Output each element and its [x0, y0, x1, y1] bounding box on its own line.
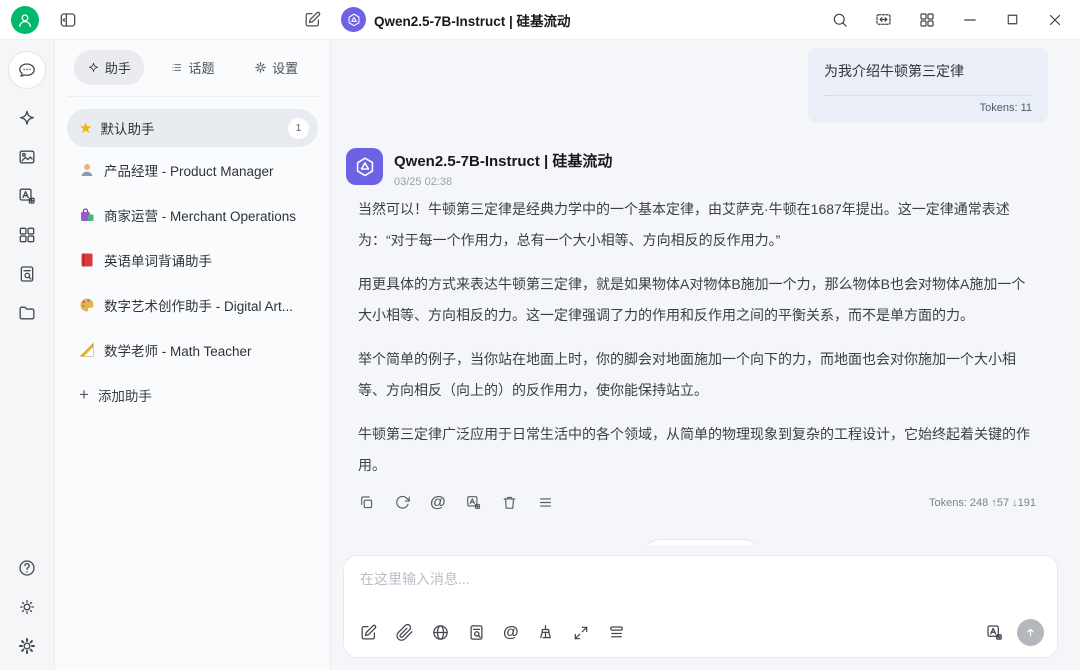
assistant-item-merchant-operations[interactable]: 商家运营 - Merchant Operations	[67, 192, 318, 237]
clear-context-icon[interactable]	[607, 623, 626, 642]
panel-tabs: 助手 话题 设置	[67, 50, 318, 97]
tab-assistants-label: 助手	[105, 58, 131, 77]
user-avatar[interactable]	[11, 6, 39, 34]
message-actions: @ Tokens: 248 ↑57 ↓191	[358, 494, 1036, 511]
clear-messages-icon[interactable]	[536, 623, 555, 642]
more-menu-icon[interactable]	[537, 494, 554, 511]
input-toolbar: @	[344, 619, 1057, 657]
palette-emoji-icon	[79, 297, 95, 313]
rail-chat-icon[interactable]	[8, 51, 46, 89]
maximize-button[interactable]	[1004, 11, 1021, 28]
message-paragraph: 用更具体的方式来表达牛顿第三定律，就是如果物体A对物体B施加一个力，那么物体B也…	[358, 269, 1036, 331]
chat-area: 为我介绍牛顿第三定律 Tokens: 11 Qwen2.5-7B-Instruc…	[331, 40, 1080, 670]
tab-settings[interactable]: 设置	[241, 50, 311, 85]
web-search-icon[interactable]	[431, 623, 450, 642]
assistant-avatar[interactable]	[346, 148, 383, 185]
expand-input-icon[interactable]	[572, 624, 590, 642]
assistant-item-math-teacher[interactable]: 数学老师 - Math Teacher	[67, 327, 318, 372]
user-message-text: 为我介绍牛顿第三定律	[824, 61, 1032, 81]
rail-sparkle-icon[interactable]	[17, 108, 37, 128]
assistant-item-product-manager[interactable]: 产品经理 - Product Manager	[67, 147, 318, 192]
assistant-label: 商家运营 - Merchant Operations	[104, 205, 296, 225]
message-timestamp: 03/25 02:38	[394, 176, 612, 188]
user-message-tokens: Tokens: 11	[824, 95, 1032, 114]
plus-icon: +	[79, 386, 89, 403]
mention-model-icon[interactable]: @	[503, 625, 519, 641]
assistant-name: Qwen2.5-7B-Instruct | 硅基流动	[394, 148, 612, 171]
message-paragraph: 牛顿第三定律广泛应用于日常生活中的各个领域，从简单的物理现象到复杂的工程设计，它…	[358, 419, 1036, 481]
assistant-label: 默认助手	[100, 118, 154, 138]
topic-count-badge: 1	[288, 118, 309, 139]
assistant-label: 英语单词背诵助手	[104, 250, 212, 270]
new-topic-icon[interactable]	[359, 623, 378, 642]
regenerate-icon[interactable]	[394, 494, 411, 511]
message-input[interactable]	[344, 556, 1057, 619]
copy-icon[interactable]	[358, 494, 375, 511]
mention-icon[interactable]: @	[430, 495, 446, 511]
message-list: 为我介绍牛顿第三定律 Tokens: 11 Qwen2.5-7B-Instruc…	[331, 40, 1080, 545]
help-icon[interactable]	[17, 558, 37, 578]
icon-rail	[0, 40, 55, 670]
assistant-item-digital-art[interactable]: 数字艺术创作助手 - Digital Art...	[67, 282, 318, 327]
assistants-panel: 助手 话题 设置 ★ 默认助手 1 产品经理 - Product Manager…	[55, 40, 331, 670]
rail-files-icon[interactable]	[17, 303, 37, 323]
tab-settings-label: 设置	[272, 58, 298, 77]
message-paragraph: 当然可以！牛顿第三定律是经典力学中的一个基本定律，由艾萨克·牛顿在1687年提出…	[358, 194, 1036, 256]
rail-translate-icon[interactable]	[17, 186, 37, 206]
ruler-emoji-icon	[79, 342, 95, 358]
knowledge-base-icon[interactable]	[467, 623, 486, 642]
new-chat-icon[interactable]	[303, 10, 322, 29]
tab-topics[interactable]: 话题	[157, 50, 227, 85]
send-button[interactable]	[1017, 619, 1044, 646]
rail-apps-grid-icon[interactable]	[17, 225, 37, 245]
assistant-message: Qwen2.5-7B-Instruct | 硅基流动 03/25 02:38 当…	[346, 148, 1058, 511]
minimize-button[interactable]	[961, 11, 979, 29]
theme-icon[interactable]	[17, 597, 37, 617]
assistant-item-default[interactable]: ★ 默认助手 1	[67, 109, 318, 147]
assistant-label: 产品经理 - Product Manager	[104, 160, 274, 180]
window-title-group: Qwen2.5-7B-Instruct | 硅基流动	[341, 7, 571, 32]
fit-window-icon[interactable]	[874, 10, 893, 29]
window-title: Qwen2.5-7B-Instruct | 硅基流动	[374, 10, 571, 30]
mini-apps-icon[interactable]	[918, 11, 936, 29]
search-icon[interactable]	[831, 11, 849, 29]
tab-topics-label: 话题	[188, 58, 214, 77]
attach-icon[interactable]	[395, 623, 414, 642]
red-book-emoji-icon	[79, 252, 95, 268]
delete-icon[interactable]	[501, 494, 518, 511]
close-button[interactable]	[1046, 11, 1064, 29]
add-assistant-button[interactable]: + 添加助手	[67, 372, 318, 417]
assistant-label: 数学老师 - Math Teacher	[104, 340, 252, 360]
new-topic-button[interactable]: 开始新对话	[643, 539, 761, 545]
add-assistant-label: 添加助手	[98, 385, 152, 405]
message-paragraph: 举个简单的例子，当你站在地面上时，你的脚会对地面施加一个向下的力，而地面也会对你…	[358, 344, 1036, 406]
star-icon: ★	[79, 121, 92, 136]
user-message-bubble[interactable]: 为我介绍牛顿第三定律 Tokens: 11	[808, 48, 1048, 122]
translate-icon[interactable]	[465, 494, 482, 511]
message-input-box: @	[343, 555, 1058, 658]
app-logo-icon	[341, 7, 366, 32]
rail-image-icon[interactable]	[17, 147, 37, 167]
rail-knowledge-search-icon[interactable]	[17, 264, 37, 284]
shopping-bags-emoji-icon	[79, 207, 95, 223]
sidebar-toggle-icon[interactable]	[58, 10, 78, 30]
settings-icon[interactable]	[17, 636, 37, 656]
person-emoji-icon	[79, 162, 95, 178]
translate-input-icon[interactable]	[985, 623, 1004, 642]
tab-assistants[interactable]: 助手	[74, 50, 144, 85]
assistant-item-english-words[interactable]: 英语单词背诵助手	[67, 237, 318, 282]
assistant-message-tokens: Tokens: 248 ↑57 ↓191	[929, 497, 1036, 509]
assistant-message-body: 当然可以！牛顿第三定律是经典力学中的一个基本定律，由艾萨克·牛顿在1687年提出…	[358, 194, 1036, 481]
assistant-label: 数字艺术创作助手 - Digital Art...	[104, 295, 293, 315]
title-bar: Qwen2.5-7B-Instruct | 硅基流动	[0, 0, 1080, 40]
